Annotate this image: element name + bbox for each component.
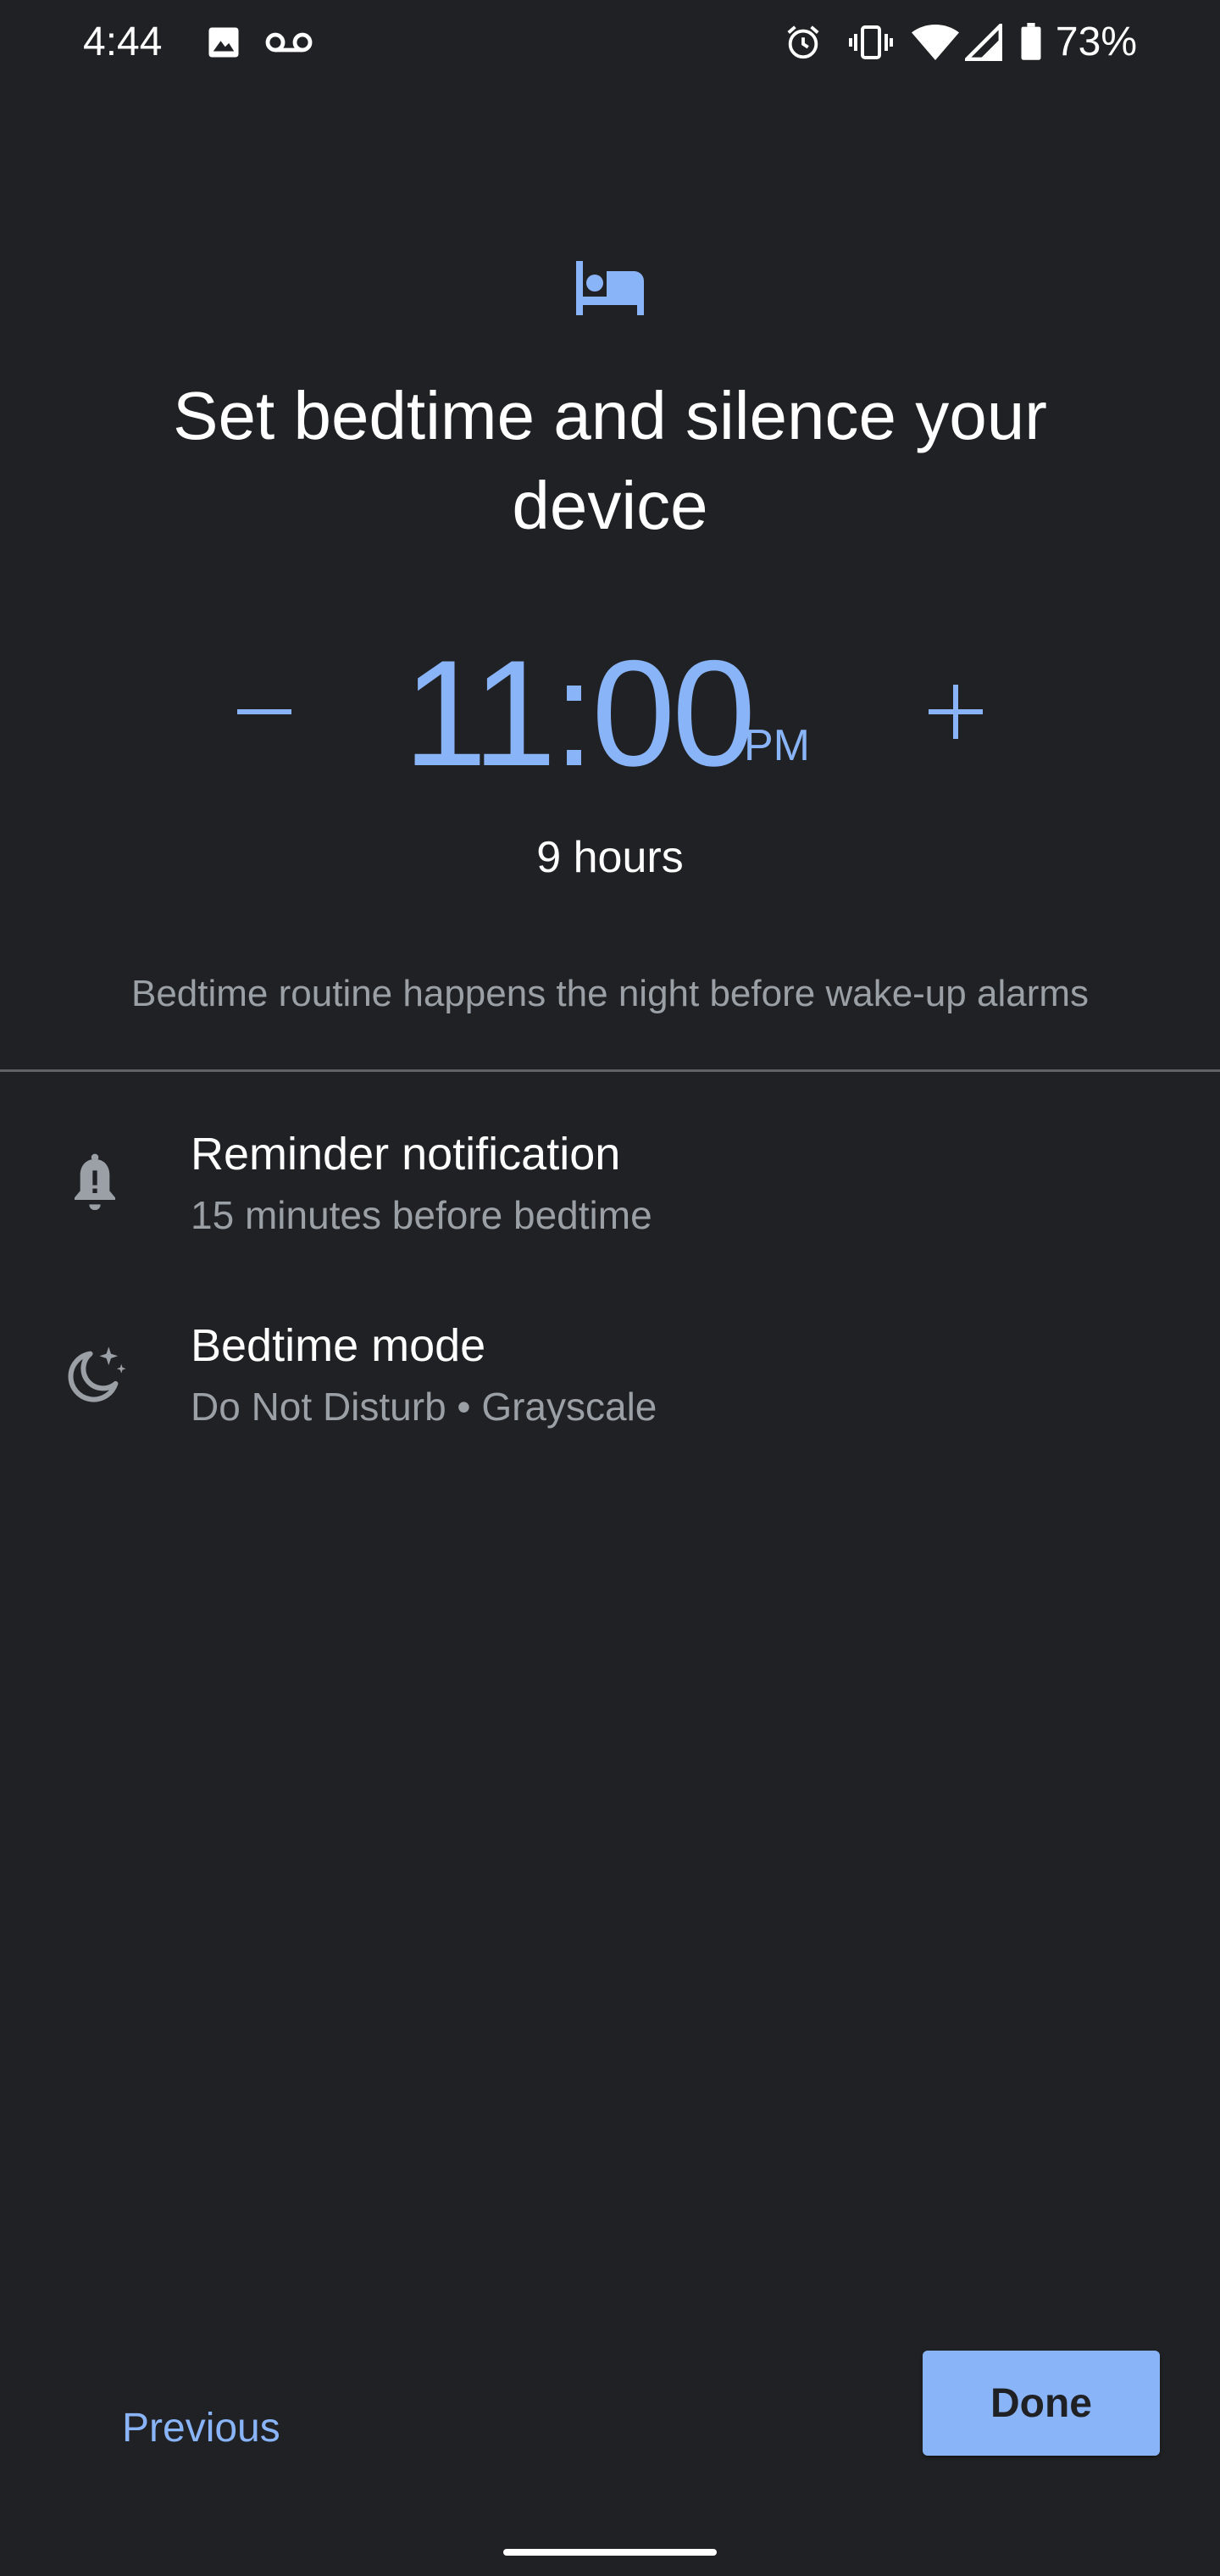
- alarm-icon: [783, 22, 824, 63]
- signal-icon: [964, 22, 1003, 63]
- vibrate-icon: [847, 22, 895, 63]
- page-title: Set bedtime and silence your device: [173, 378, 1047, 543]
- status-bar: 4:44 73%: [0, 0, 1220, 85]
- routine-note: Bedtime routine happens the night before…: [130, 973, 1089, 1014]
- bell-alert-icon: [58, 1146, 132, 1220]
- voicemail-icon: [264, 22, 313, 63]
- bedtime-mode-title: Bedtime mode: [191, 1320, 486, 1371]
- reminder-notification-item[interactable]: Reminder notification 15 minutes before …: [0, 1110, 1220, 1280]
- minus-icon: [237, 709, 291, 714]
- bedtime-setup-screen: 4:44 73% Set bedtime and silence your de…: [0, 0, 1220, 2576]
- plus-icon: [929, 685, 983, 739]
- increase-time-button[interactable]: [913, 669, 998, 754]
- wifi-icon: [912, 22, 959, 63]
- battery-percentage: 73%: [1055, 19, 1137, 64]
- moon-stars-icon: [58, 1337, 132, 1412]
- bed-icon: [574, 254, 646, 319]
- reminder-notification-subtitle: 15 minutes before bedtime: [191, 1193, 652, 1237]
- previous-button[interactable]: Previous: [102, 2391, 301, 2466]
- reminder-notification-title: Reminder notification: [191, 1129, 621, 1180]
- sleep-duration: 9 hours: [536, 833, 684, 882]
- image-icon: [203, 22, 244, 63]
- bedtime-value[interactable]: 11:00: [403, 637, 756, 790]
- decrease-time-button[interactable]: [222, 669, 307, 754]
- bedtime-mode-item[interactable]: Bedtime mode Do Not Disturb • Grayscale: [0, 1302, 1220, 1471]
- navigation-gesture-bar[interactable]: [503, 2549, 717, 2556]
- bedtime-ampm: PM: [744, 721, 810, 770]
- done-button[interactable]: Done: [923, 2351, 1160, 2456]
- bedtime-mode-subtitle: Do Not Disturb • Grayscale: [191, 1385, 657, 1429]
- divider: [0, 1069, 1220, 1072]
- battery-icon: [1018, 22, 1044, 63]
- status-time: 4:44: [83, 19, 163, 64]
